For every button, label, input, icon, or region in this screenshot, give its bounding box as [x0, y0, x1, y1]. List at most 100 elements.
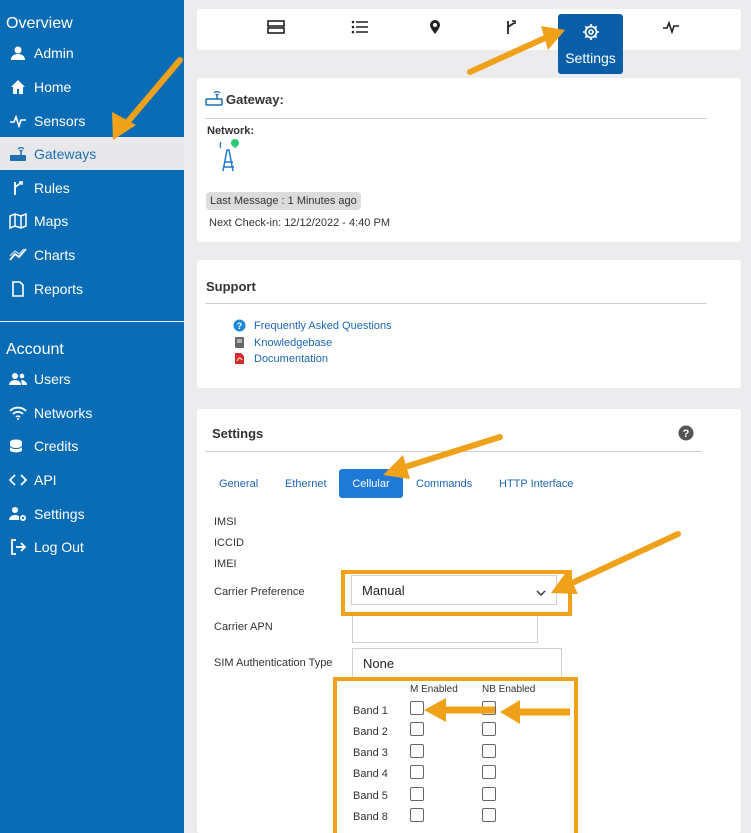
svg-text:?: ?: [683, 428, 690, 440]
gear-icon: [582, 23, 600, 44]
router-icon: [8, 144, 28, 164]
settings-tab-label: Settings: [565, 49, 616, 66]
user-icon: [8, 43, 28, 63]
gateway-toolbar: [197, 9, 741, 50]
sidebar-heading-overview: Overview: [6, 15, 73, 32]
wifi-icon: [8, 403, 28, 423]
imei-label: IMEI: [214, 558, 237, 570]
sidebar-item-api[interactable]: API: [0, 463, 184, 496]
list-view-button[interactable]: [254, 9, 298, 50]
sim-auth-label: SIM Authentication Type: [214, 657, 333, 669]
tab-http-interface[interactable]: HTTP Interface: [499, 478, 573, 490]
divider: [205, 303, 707, 304]
chart-line-icon: [8, 245, 28, 265]
sidebar-item-label: Gateways: [34, 145, 97, 162]
details-button[interactable]: [338, 9, 382, 50]
rules-button[interactable]: [489, 9, 533, 50]
knowledgebase-link[interactable]: Knowledgebase: [233, 336, 332, 349]
tab-cellular[interactable]: Cellular: [339, 469, 403, 498]
map-icon: [8, 211, 28, 231]
carrier-preference-highlight: [341, 570, 572, 616]
sidebar-item-home[interactable]: Home: [0, 70, 184, 103]
pdf-icon: [233, 352, 246, 365]
sidebar-item-label: Rules: [34, 179, 70, 196]
carrier-apn-label: Carrier APN: [214, 621, 273, 633]
sidebar-item-credits[interactable]: Credits: [0, 429, 184, 462]
knowledgebase-link-label: Knowledgebase: [254, 336, 333, 349]
activity-button[interactable]: [649, 9, 693, 50]
fork-icon: [8, 178, 28, 198]
divider: [205, 451, 702, 452]
question-circle-icon: ?: [233, 319, 246, 332]
sidebar-item-reports[interactable]: Reports: [0, 272, 184, 305]
sidebar-item-label: Networks: [34, 404, 93, 421]
fork-icon: [505, 19, 517, 40]
sidebar-heading-account: Account: [6, 341, 64, 358]
sidebar-item-label: Sensors: [34, 112, 86, 129]
sim-auth-select[interactable]: None: [352, 648, 562, 678]
map-pin-icon: [429, 19, 441, 40]
book-icon: [233, 336, 246, 349]
sidebar-item-label: Maps: [34, 212, 69, 229]
faq-link[interactable]: ? Frequently Asked Questions: [233, 319, 392, 332]
coins-icon: [8, 436, 28, 456]
sidebar-item-charts[interactable]: Charts: [0, 238, 184, 271]
sidebar-item-label: Log Out: [34, 538, 84, 555]
iccid-label: ICCID: [214, 537, 244, 549]
sidebar-item-networks[interactable]: Networks: [0, 396, 184, 429]
last-message-badge: Last Message : 1 Minutes ago: [206, 192, 361, 210]
carrier-preference-label: Carrier Preference: [214, 586, 305, 598]
pulse-icon: [8, 111, 28, 131]
sidebar-item-sensors[interactable]: Sensors: [0, 104, 184, 137]
sidebar-item-admin[interactable]: Admin: [0, 36, 184, 69]
sidebar-item-logout[interactable]: Log Out: [0, 530, 184, 563]
sidebar-item-label: Users: [34, 370, 71, 387]
sidebar-item-label: API: [34, 471, 57, 488]
list-icon: [351, 20, 369, 39]
settings-title: Settings: [212, 426, 264, 441]
logout-icon: [8, 537, 28, 557]
bands-highlight: [333, 677, 578, 833]
sidebar-item-users[interactable]: Users: [0, 362, 184, 395]
svg-text:?: ?: [237, 321, 243, 331]
sidebar-item-maps[interactable]: Maps: [0, 204, 184, 237]
gateway-card: Gateway: Network: Last Message : 1 Minut…: [197, 78, 741, 242]
gateway-title: Gateway:: [226, 92, 284, 107]
sidebar-item-label: Home: [34, 78, 72, 95]
cell-tower-icon: [217, 138, 241, 179]
users-icon: [8, 369, 28, 389]
tab-general[interactable]: General: [219, 478, 258, 490]
network-label: Network:: [207, 125, 255, 137]
tab-ethernet[interactable]: Ethernet: [285, 478, 327, 490]
sidebar-item-label: Reports: [34, 280, 84, 297]
location-button[interactable]: [413, 9, 457, 50]
pulse-icon: [662, 20, 680, 39]
rows-icon: [267, 20, 285, 39]
carrier-apn-field[interactable]: [352, 612, 538, 643]
user-gear-icon: [8, 504, 28, 524]
sidebar-item-rules[interactable]: Rules: [0, 171, 184, 204]
home-icon: [8, 77, 28, 97]
support-title: Support: [206, 279, 256, 294]
faq-link-label: Frequently Asked Questions: [254, 319, 392, 332]
imsi-label: IMSI: [214, 516, 237, 528]
help-icon[interactable]: ?: [678, 425, 694, 446]
sidebar: Overview Admin Home Sensors Gateways Rul…: [0, 0, 184, 833]
document-icon: [8, 279, 28, 299]
tab-commands[interactable]: Commands: [416, 478, 472, 490]
sidebar-item-settings[interactable]: Settings: [0, 497, 184, 530]
router-icon: [205, 90, 223, 111]
documentation-link[interactable]: Documentation: [233, 352, 328, 365]
support-card: Support ? Frequently Asked Questions Kno…: [197, 260, 741, 388]
divider: [205, 118, 707, 119]
sidebar-divider: [0, 321, 184, 322]
sidebar-item-gateways[interactable]: Gateways: [0, 137, 184, 170]
sidebar-item-label: Charts: [34, 246, 76, 263]
code-icon: [8, 470, 28, 490]
sidebar-item-label: Admin: [34, 44, 74, 61]
documentation-link-label: Documentation: [254, 352, 328, 365]
settings-tab-button[interactable]: Settings: [558, 14, 623, 74]
sidebar-item-label: Settings: [34, 505, 85, 522]
sidebar-item-label: Credits: [34, 437, 79, 454]
next-checkin-text: Next Check-in: 12/12/2022 - 4:40 PM: [209, 217, 390, 229]
